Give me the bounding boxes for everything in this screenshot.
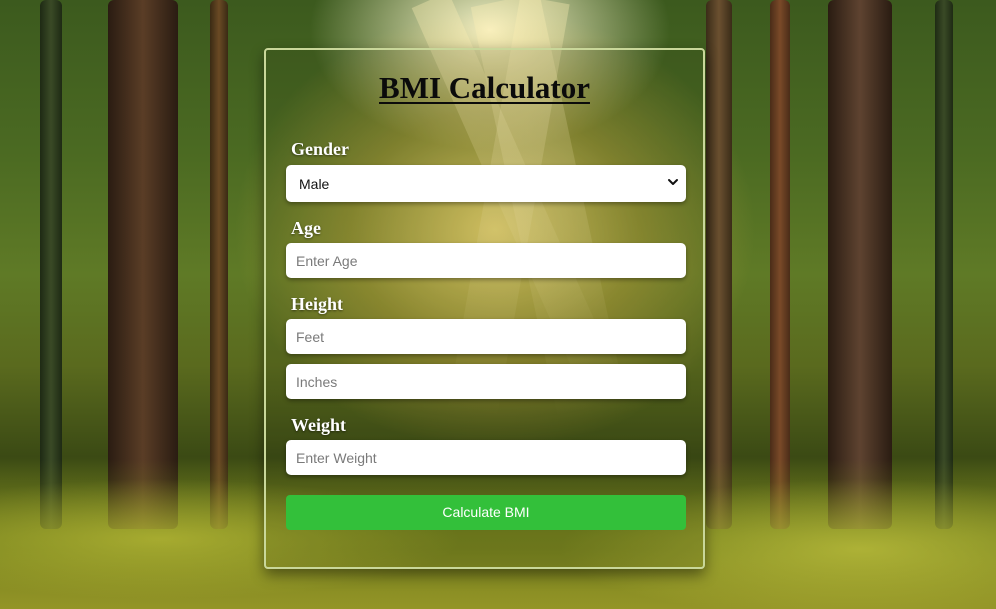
weight-label: Weight: [291, 415, 347, 435]
page-title: BMI Calculator: [379, 70, 590, 105]
gender-label: Gender: [291, 139, 349, 159]
height-label: Height: [291, 294, 343, 314]
height-inches-input[interactable]: [286, 364, 686, 399]
age-label: Age: [291, 218, 321, 238]
bmi-form-card: BMI Calculator Gender Male Age Height We…: [264, 48, 705, 569]
calculate-bmi-button[interactable]: Calculate BMI: [286, 495, 686, 530]
age-input[interactable]: [286, 243, 686, 278]
chevron-down-icon: [668, 179, 678, 185]
gender-select-value: Male: [299, 176, 330, 192]
height-feet-input[interactable]: [286, 319, 686, 354]
gender-select[interactable]: Male: [286, 165, 686, 202]
weight-input[interactable]: [286, 440, 686, 475]
